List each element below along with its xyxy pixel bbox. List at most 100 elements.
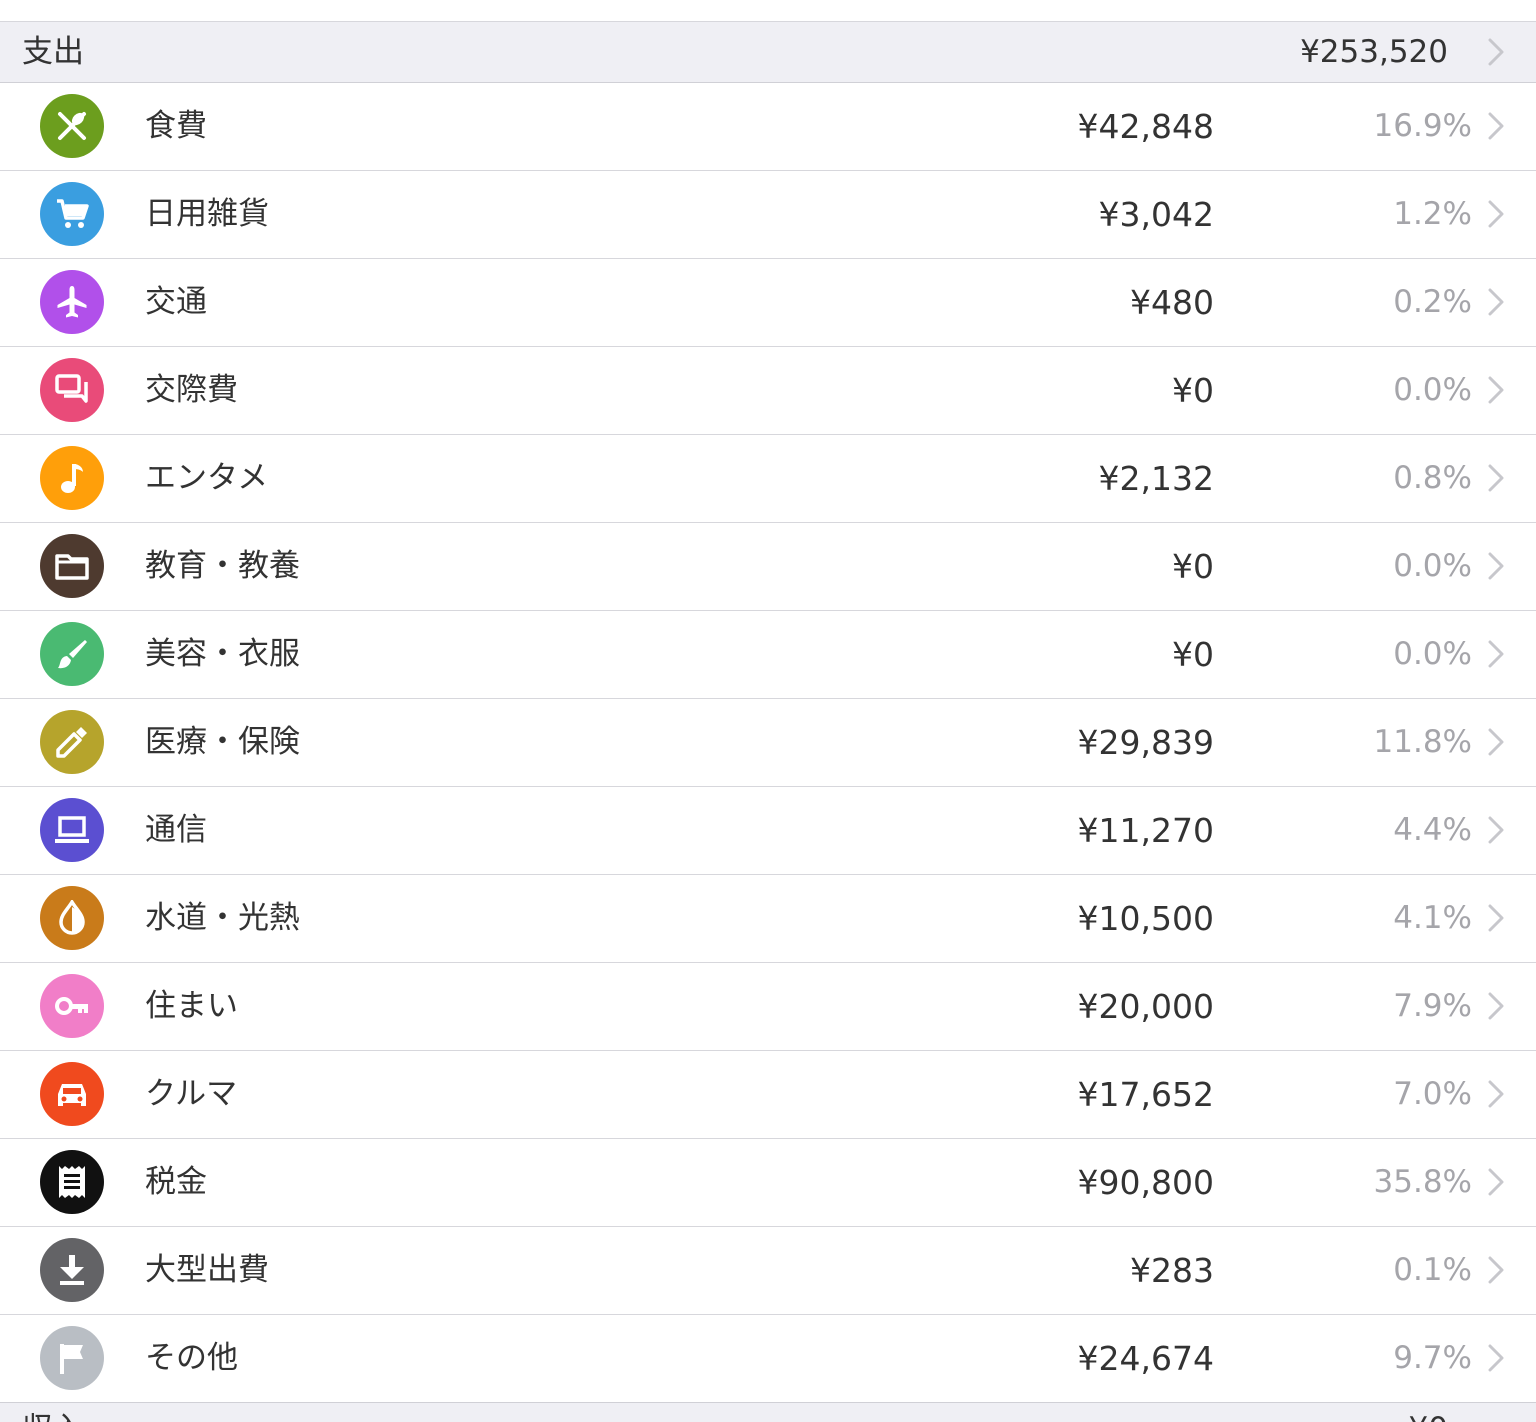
category-amount: ¥480 bbox=[1130, 283, 1214, 322]
key-icon bbox=[40, 974, 104, 1038]
category-percent: 0.0% bbox=[1393, 636, 1472, 672]
category-amount: ¥0 bbox=[1172, 371, 1214, 410]
category-name: 美容・衣服 bbox=[145, 636, 300, 672]
category-row[interactable]: 交通 ¥480 0.2% bbox=[0, 259, 1536, 347]
category-name: 医療・保険 bbox=[145, 724, 300, 760]
category-row[interactable]: 通信 ¥11,270 4.4% bbox=[0, 787, 1536, 875]
category-name: 日用雑貨 bbox=[145, 196, 269, 232]
expense-total: ¥253,520 bbox=[1300, 34, 1448, 70]
download-icon bbox=[40, 1238, 104, 1302]
flag-icon bbox=[40, 1326, 104, 1390]
music-note-icon bbox=[40, 446, 104, 510]
chevron-right-icon bbox=[1488, 552, 1504, 580]
folder-icon bbox=[40, 534, 104, 598]
category-name: 水道・光熱 bbox=[145, 900, 300, 936]
airplane-icon bbox=[40, 270, 104, 334]
category-row[interactable]: その他 ¥24,674 9.7% bbox=[0, 1315, 1536, 1403]
category-amount: ¥283 bbox=[1130, 1251, 1214, 1290]
category-row[interactable]: 教育・教養 ¥0 0.0% bbox=[0, 523, 1536, 611]
chevron-right-icon bbox=[1488, 38, 1504, 66]
category-name: エンタメ bbox=[145, 460, 269, 496]
chevron-right-icon bbox=[1488, 1080, 1504, 1108]
category-name: 食費 bbox=[145, 108, 207, 144]
fork-knife-icon bbox=[40, 94, 104, 158]
category-percent: 9.7% bbox=[1393, 1340, 1472, 1376]
chevron-right-icon bbox=[1488, 992, 1504, 1020]
category-percent: 16.9% bbox=[1373, 108, 1472, 144]
category-amount: ¥2,132 bbox=[1098, 459, 1214, 498]
category-amount: ¥0 bbox=[1172, 635, 1214, 674]
category-name: 税金 bbox=[145, 1164, 207, 1200]
category-row[interactable]: 日用雑貨 ¥3,042 1.2% bbox=[0, 171, 1536, 259]
category-percent: 4.1% bbox=[1393, 900, 1472, 936]
category-name: 住まい bbox=[145, 988, 238, 1024]
chevron-right-icon bbox=[1488, 816, 1504, 844]
chevron-right-icon bbox=[1488, 112, 1504, 140]
category-name: 交際費 bbox=[145, 372, 238, 408]
category-percent: 0.0% bbox=[1393, 372, 1472, 408]
category-amount: ¥0 bbox=[1172, 547, 1214, 586]
category-row[interactable]: 美容・衣服 ¥0 0.0% bbox=[0, 611, 1536, 699]
category-row[interactable]: 水道・光熱 ¥10,500 4.1% bbox=[0, 875, 1536, 963]
shopping-cart-icon bbox=[40, 182, 104, 246]
category-amount: ¥17,652 bbox=[1077, 1075, 1214, 1114]
income-total: ¥0 bbox=[1409, 1409, 1448, 1422]
category-percent: 35.8% bbox=[1373, 1164, 1472, 1200]
expense-section-label: 支出 bbox=[22, 34, 84, 70]
chevron-right-icon bbox=[1488, 1168, 1504, 1196]
category-name: 通信 bbox=[145, 812, 207, 848]
category-amount: ¥29,839 bbox=[1077, 723, 1214, 762]
category-percent: 7.0% bbox=[1393, 1076, 1472, 1112]
category-percent: 0.1% bbox=[1393, 1252, 1472, 1288]
income-section-label: 収入 bbox=[22, 1409, 84, 1422]
category-name: その他 bbox=[145, 1340, 238, 1376]
chevron-right-icon bbox=[1488, 904, 1504, 932]
category-percent: 0.8% bbox=[1393, 460, 1472, 496]
income-section-header[interactable]: 収入 ¥0 bbox=[0, 1402, 1536, 1422]
chevron-right-icon bbox=[1488, 288, 1504, 316]
receipt-icon bbox=[40, 1150, 104, 1214]
category-amount: ¥3,042 bbox=[1098, 195, 1214, 234]
expense-breakdown-screen: 支出 ¥253,520 食費 ¥42,848 16.9% 日用雑貨 ¥3,042 1.2%… bbox=[0, 0, 1536, 1422]
chevron-right-icon bbox=[1488, 728, 1504, 756]
category-percent: 7.9% bbox=[1393, 988, 1472, 1024]
category-percent: 0.0% bbox=[1393, 548, 1472, 584]
chevron-right-icon bbox=[1488, 1344, 1504, 1372]
category-amount: ¥10,500 bbox=[1077, 899, 1214, 938]
category-list: 食費 ¥42,848 16.9% 日用雑貨 ¥3,042 1.2% 交通 ¥480 0.2% 交際… bbox=[0, 83, 1536, 1403]
category-percent: 1.2% bbox=[1393, 196, 1472, 232]
category-row[interactable]: 医療・保険 ¥29,839 11.8% bbox=[0, 699, 1536, 787]
dropper-icon bbox=[40, 710, 104, 774]
category-amount: ¥20,000 bbox=[1077, 987, 1214, 1026]
chevron-right-icon bbox=[1488, 200, 1504, 228]
category-row[interactable]: 大型出費 ¥283 0.1% bbox=[0, 1227, 1536, 1315]
category-row[interactable]: 税金 ¥90,800 35.8% bbox=[0, 1139, 1536, 1227]
category-name: 交通 bbox=[145, 284, 207, 320]
chevron-right-icon bbox=[1488, 640, 1504, 668]
category-name: クルマ bbox=[145, 1076, 238, 1112]
category-row[interactable]: 交際費 ¥0 0.0% bbox=[0, 347, 1536, 435]
category-row[interactable]: エンタメ ¥2,132 0.8% bbox=[0, 435, 1536, 523]
category-amount: ¥90,800 bbox=[1077, 1163, 1214, 1202]
category-amount: ¥11,270 bbox=[1077, 811, 1214, 850]
category-amount: ¥24,674 bbox=[1077, 1339, 1214, 1378]
chevron-right-icon bbox=[1488, 1256, 1504, 1284]
chevron-right-icon bbox=[1488, 464, 1504, 492]
chat-bubbles-icon bbox=[40, 358, 104, 422]
brush-icon bbox=[40, 622, 104, 686]
expense-section-header[interactable]: 支出 ¥253,520 bbox=[0, 22, 1536, 83]
category-row[interactable]: クルマ ¥17,652 7.0% bbox=[0, 1051, 1536, 1139]
category-row[interactable]: 住まい ¥20,000 7.9% bbox=[0, 963, 1536, 1051]
water-drop-icon bbox=[40, 886, 104, 950]
category-percent: 11.8% bbox=[1373, 724, 1472, 760]
category-percent: 0.2% bbox=[1393, 284, 1472, 320]
top-spacer bbox=[0, 0, 1536, 22]
car-icon bbox=[40, 1062, 104, 1126]
category-amount: ¥42,848 bbox=[1077, 107, 1214, 146]
category-row[interactable]: 食費 ¥42,848 16.9% bbox=[0, 83, 1536, 171]
category-percent: 4.4% bbox=[1393, 812, 1472, 848]
category-name: 教育・教養 bbox=[145, 548, 300, 584]
chevron-right-icon bbox=[1488, 376, 1504, 404]
category-name: 大型出費 bbox=[145, 1252, 269, 1288]
laptop-icon bbox=[40, 798, 104, 862]
